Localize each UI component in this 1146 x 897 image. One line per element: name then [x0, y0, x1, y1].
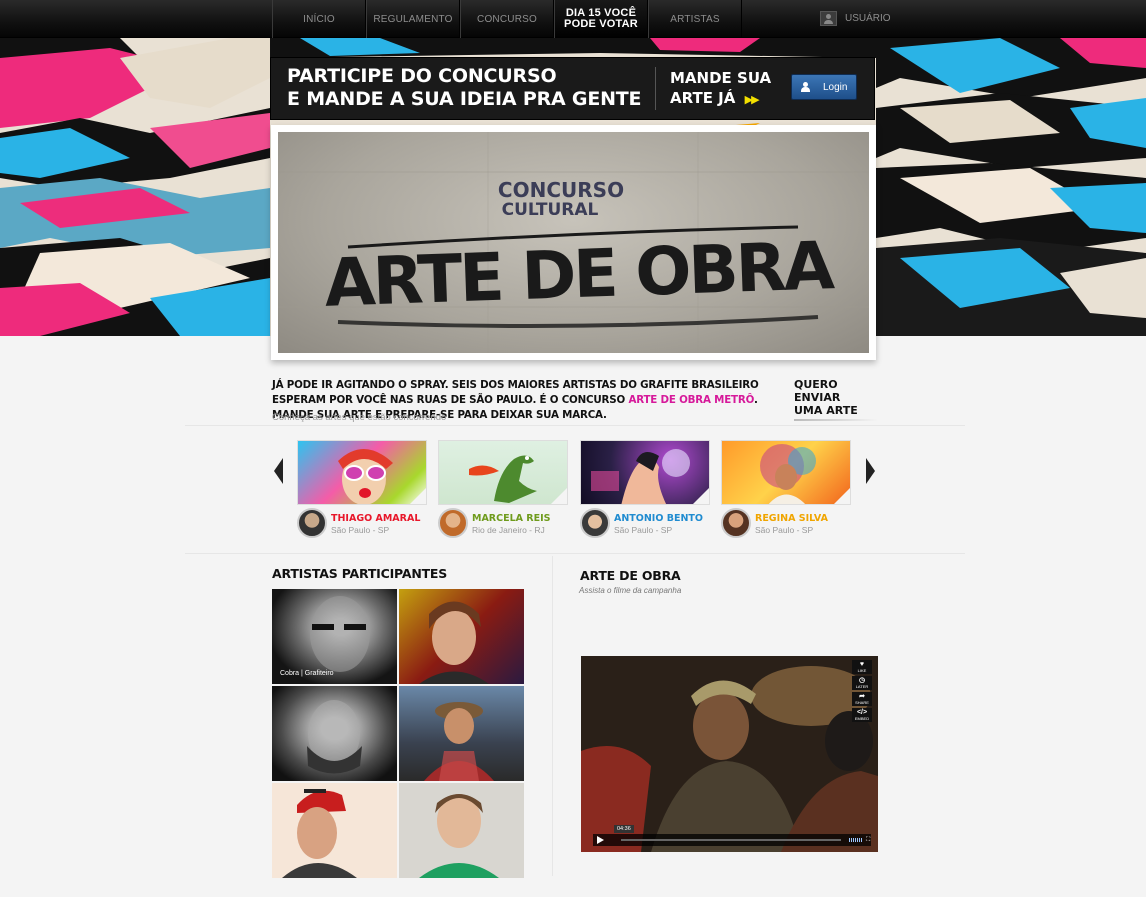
artist-portrait: [307, 700, 362, 774]
nav-item-regulamento[interactable]: REGULAMENTO: [366, 0, 460, 38]
user-icon: [820, 11, 837, 26]
nav-user-link[interactable]: USUÁRIO: [820, 11, 891, 26]
artist-photo[interactable]: [272, 783, 397, 878]
campaign-video-player[interactable]: ♥ LIKE ◷ LATER ➦ SHARE </> EMBED 04:36 ⛶: [581, 656, 878, 852]
artist-portrait: [419, 601, 489, 684]
entry-card[interactable]: THIAGO AMARAL São Paulo - SP: [297, 440, 428, 538]
avatar: [721, 508, 751, 538]
feature-kicker-2: CULTURAL: [502, 200, 599, 220]
entry-card[interactable]: REGINA SILVA São Paulo - SP: [721, 440, 852, 538]
artist-portrait: [424, 702, 494, 781]
nav-item-vote[interactable]: DIA 15 VOCÊ PODE VOTAR: [554, 0, 648, 38]
divider: [185, 553, 965, 554]
send-art-cta[interactable]: MANDE SUA ARTE JÁ ▶▶: [670, 68, 790, 110]
artists-grid: Cobra | Grafiteiro: [272, 589, 524, 878]
intro-highlight-link[interactable]: ARTE DE OBRA METRÔ: [628, 394, 754, 406]
embed-icon[interactable]: </> EMBED: [852, 708, 872, 722]
artist-photo[interactable]: [399, 589, 524, 684]
entry-location: Rio de Janeiro - RJ: [472, 525, 545, 535]
entry-artist-name: REGINA SILVA: [755, 513, 828, 524]
video-subtitle: Assista o filme da campanha: [579, 586, 682, 595]
feature-image[interactable]: CONCURSO CULTURAL ARTE DE OBRA: [278, 132, 869, 353]
banner-line-1: PARTICIPE DO CONCURSO: [287, 65, 557, 87]
carousel-next-arrow-icon[interactable]: [866, 458, 875, 484]
entry-artist-name: MARCELA REIS: [472, 513, 551, 524]
video-duration: 04:36: [614, 825, 634, 833]
login-button[interactable]: Login: [791, 74, 857, 100]
banner-divider: [655, 67, 656, 110]
entry-location: São Paulo - SP: [331, 525, 390, 535]
watch-later-icon[interactable]: ◷ LATER: [852, 676, 872, 690]
artist-portrait: [282, 789, 357, 878]
entry-location: São Paulo - SP: [755, 525, 814, 535]
nav-item-concurso[interactable]: CONCURSO: [460, 0, 554, 38]
nav-item-inicio[interactable]: INÍCIO: [272, 0, 366, 38]
entry-art: [760, 444, 816, 504]
feature-graffiti-wall: CONCURSO CULTURAL ARTE DE OBRA: [278, 132, 869, 353]
entry-art: [591, 449, 690, 504]
artist-photo[interactable]: [399, 783, 524, 878]
column-divider: [552, 556, 553, 876]
send-art-line-1: QUERO ENVIAR: [794, 378, 841, 404]
entry-thumbnail: [297, 440, 427, 505]
artist-photo[interactable]: [272, 686, 397, 781]
entry-card[interactable]: ANTONIO BENTO São Paulo - SP: [580, 440, 711, 538]
video-controls: 04:36 ⛶: [593, 825, 871, 846]
entry-artist-name: THIAGO AMARAL: [331, 513, 421, 524]
divider: [185, 425, 965, 426]
banner-line-2: E MANDE A SUA IDEIA PRA GENTE: [287, 88, 642, 110]
video-side-tools: ♥ LIKE ◷ LATER ➦ SHARE </> EMBED: [852, 660, 872, 722]
send-line-2: ARTE JÁ: [670, 89, 736, 107]
entry-art: [338, 448, 393, 504]
play-icon[interactable]: [597, 836, 604, 844]
send-line-2-wrap: ARTE JÁ ▶▶: [670, 88, 790, 110]
artist-caption: Cobra | Grafiteiro: [280, 670, 334, 677]
meet-entries-text: Conheça as artes que estão concorrendo: [272, 412, 447, 423]
banner-headline: PARTICIPE DO CONCURSO E MANDE A SUA IDEI…: [287, 65, 647, 111]
later-label: LATER: [855, 684, 869, 689]
entry-card[interactable]: MARCELA REIS Rio de Janeiro - RJ: [438, 440, 569, 538]
artist-photo[interactable]: [399, 686, 524, 781]
video-frame: [581, 656, 878, 852]
entry-thumbnail: [438, 440, 568, 505]
avatar: [580, 508, 610, 538]
login-label: Login: [823, 81, 848, 93]
fullscreen-icon[interactable]: ⛶: [866, 837, 870, 844]
feature-frame: CONCURSO CULTURAL ARTE DE OBRA: [271, 125, 876, 360]
avatar: [438, 508, 468, 538]
send-art-line-2: UMA ARTE: [794, 404, 858, 417]
nav-menu: INÍCIO REGULAMENTO CONCURSO DIA 15 VOCÊ …: [272, 0, 742, 38]
user-icon: [801, 82, 810, 92]
entry-thumbnail: [721, 440, 851, 505]
share-icon[interactable]: ➦ SHARE: [852, 692, 872, 706]
contest-banner: PARTICIPE DO CONCURSO E MANDE A SUA IDEI…: [270, 57, 875, 120]
video-section-title: ARTE DE OBRA: [580, 568, 681, 583]
nav-user-label: USUÁRIO: [845, 13, 891, 24]
artist-photo[interactable]: Cobra | Grafiteiro: [272, 589, 397, 684]
double-arrow-icon: ▶▶: [744, 93, 760, 106]
feature-kicker-1: CONCURSO: [498, 178, 624, 202]
top-nav: INÍCIO REGULAMENTO CONCURSO DIA 15 VOCÊ …: [0, 0, 1146, 38]
share-label: SHARE: [855, 700, 869, 705]
like-label: LIKE: [857, 668, 867, 673]
entry-thumbnail: [580, 440, 710, 505]
embed-label: EMBED: [854, 716, 870, 721]
artists-section-title: ARTISTAS PARTICIPANTES: [272, 566, 448, 581]
avatar: [297, 508, 327, 538]
vote-line-2: PODE VOTAR: [564, 18, 638, 30]
entry-artist-name: ANTONIO BENTO: [614, 513, 703, 524]
video-progress-track[interactable]: [621, 839, 841, 841]
entry-location: São Paulo - SP: [614, 525, 673, 535]
nav-item-artistas[interactable]: ARTISTAS: [648, 0, 742, 38]
artist-portrait: [419, 794, 499, 878]
send-line-1: MANDE SUA: [670, 69, 772, 87]
send-art-link[interactable]: QUERO ENVIAR UMA ARTE: [794, 378, 878, 421]
entry-art: [469, 455, 537, 503]
carousel-prev-arrow-icon[interactable]: [274, 458, 283, 484]
feature-title: ARTE DE OBRA: [323, 227, 835, 322]
volume-icon[interactable]: [849, 838, 863, 842]
like-icon[interactable]: ♥ LIKE: [852, 660, 872, 674]
